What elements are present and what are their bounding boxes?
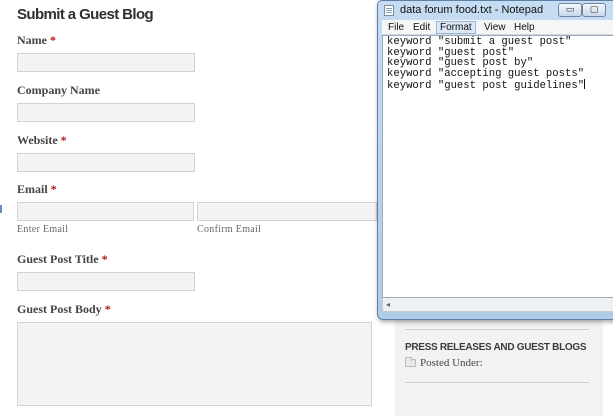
enter-email-field[interactable]: [17, 202, 194, 221]
notepad-content: keyword "submit a guest post" keyword "g…: [387, 37, 586, 92]
notepad-title: data forum food.txt - Notepad: [400, 4, 544, 16]
notepad-app-icon[interactable]: [384, 5, 394, 16]
company-label: Company Name: [17, 83, 100, 98]
enter-email-sublabel: Enter Email: [17, 224, 69, 235]
required-marker: *: [101, 252, 108, 266]
horizontal-scrollbar[interactable]: ◂: [382, 298, 613, 312]
text-line: keyword "accepting guest posts": [387, 67, 585, 80]
name-label: Name *: [17, 33, 56, 48]
sidebar-divider: [405, 329, 589, 330]
form-title: Submit a Guest Blog: [17, 6, 154, 23]
post-title-label: Guest Post Title *: [17, 252, 108, 267]
posted-under-label: Posted Under:: [420, 357, 483, 369]
menu-format[interactable]: Format: [436, 21, 476, 34]
menu-view[interactable]: View: [481, 21, 509, 34]
post-body-label: Guest Post Body *: [17, 302, 111, 317]
post-body-textarea[interactable]: [17, 322, 372, 406]
text-caret: [584, 79, 586, 89]
post-title-label-text: Guest Post Title: [17, 252, 99, 266]
folder-icon: [405, 357, 416, 367]
menu-file[interactable]: File: [385, 21, 407, 34]
menu-edit[interactable]: Edit: [410, 21, 433, 34]
notepad-titlebar[interactable]: data forum food.txt - Notepad ▭ ▢: [378, 1, 613, 20]
notepad-text-area[interactable]: keyword "submit a guest post" keyword "g…: [382, 35, 613, 298]
maximize-button[interactable]: ▢: [582, 3, 606, 17]
company-label-text: Company Name: [17, 83, 100, 97]
sidebar-widget: PRESS RELEASES AND GUEST BLOGS Posted Un…: [395, 310, 603, 416]
post-title-field[interactable]: [17, 272, 195, 291]
required-marker: *: [60, 133, 67, 147]
confirm-email-field[interactable]: [197, 202, 377, 221]
notepad-menubar: File Edit Format View Help: [382, 20, 613, 35]
text-line: keyword "guest post guidelines": [387, 80, 585, 92]
confirm-email-sublabel: Confirm Email: [197, 224, 262, 235]
posted-under-row: Posted Under:: [405, 357, 483, 369]
company-name-field[interactable]: [17, 103, 195, 122]
minimize-button[interactable]: ▭: [558, 3, 582, 17]
email-label-text: Email: [17, 182, 48, 196]
website-label-text: Website: [17, 133, 58, 147]
sidebar-divider: [405, 382, 589, 383]
name-field[interactable]: [17, 53, 195, 72]
sidebar-heading[interactable]: PRESS RELEASES AND GUEST BLOGS: [405, 342, 587, 353]
name-label-text: Name: [17, 33, 47, 47]
menu-help[interactable]: Help: [511, 21, 538, 34]
required-marker: *: [104, 302, 111, 316]
post-body-label-text: Guest Post Body: [17, 302, 102, 316]
page-edge-marker: [0, 205, 2, 213]
required-marker: *: [50, 182, 57, 196]
scroll-left-icon[interactable]: ◂: [386, 300, 390, 310]
website-field[interactable]: [17, 153, 195, 172]
website-label: Website *: [17, 133, 67, 148]
email-label: Email *: [17, 182, 57, 197]
required-marker: *: [50, 33, 56, 47]
notepad-window: data forum food.txt - Notepad ▭ ▢ File E…: [377, 0, 613, 320]
